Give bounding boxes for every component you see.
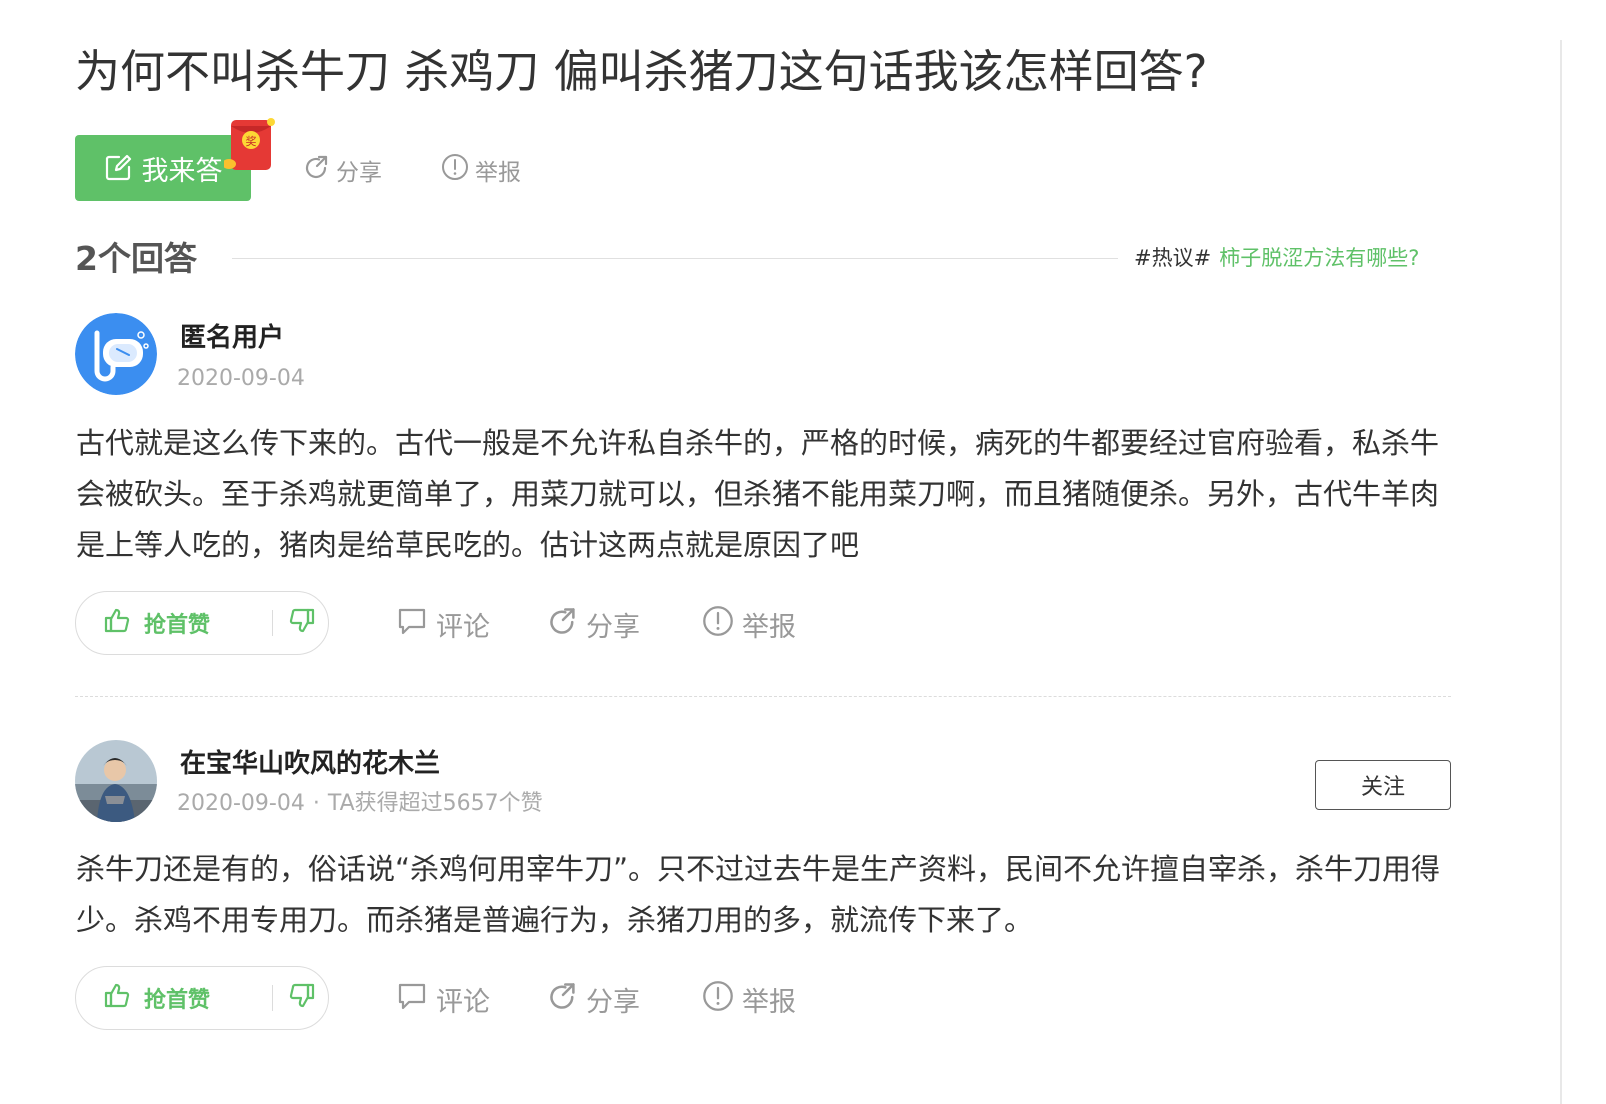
downvote-button[interactable] (273, 967, 328, 1029)
report-icon (441, 153, 469, 187)
comment-icon (396, 980, 428, 1019)
comment-button[interactable]: 评论 (396, 604, 490, 644)
hot-topic-tag: #热议# (1134, 246, 1212, 270)
comment-label: 评论 (436, 986, 490, 1018)
upvote-label: 抢首赞 (144, 988, 211, 1013)
share-button[interactable]: 分享 (548, 979, 640, 1019)
answer-text: 古代就是这么传下来的。古代一般是不允许私自杀牛的，严格的时候，病死的牛都要经过官… (76, 426, 1440, 562)
answer-count-heading: 2个回答 (75, 239, 197, 278)
edit-icon (104, 154, 132, 182)
report-icon (702, 605, 734, 644)
avatar[interactable] (75, 740, 157, 822)
thumbs-down-icon (287, 982, 315, 1014)
answer-date: 2020-09-04 (177, 791, 305, 816)
red-packet-label: 奖 (246, 134, 257, 148)
share-button[interactable]: 分享 (548, 604, 640, 644)
answer-text: 杀牛刀还是有的，俗话说“杀鸡何用宰牛刀”。只不过过去牛是生产资料，民间不允许擅自… (76, 852, 1441, 937)
share-icon (548, 606, 578, 643)
answer-author-name[interactable]: 匿名用户 (180, 320, 284, 356)
share-label: 分享 (586, 986, 640, 1018)
question-share-label: 分享 (336, 160, 382, 186)
share-icon (548, 981, 578, 1018)
report-label: 举报 (742, 611, 796, 643)
answer-author-name[interactable]: 在宝华山吹风的花木兰 (180, 746, 440, 782)
share-icon (304, 154, 330, 186)
header-divider (232, 258, 1118, 259)
answer-date: 2020-09-04 (177, 366, 305, 391)
hot-topic: #热议# 柿子脱涩方法有哪些? (1134, 240, 1419, 276)
thumbs-up-icon (104, 606, 132, 640)
meta-separator: · (312, 791, 320, 816)
author-likes-info: TA获得超过5657个赞 (327, 791, 543, 816)
upvote-button[interactable]: 抢首赞 (76, 592, 272, 654)
hot-topic-link[interactable]: 柿子脱涩方法有哪些? (1219, 246, 1419, 270)
vote-group: 抢首赞 (75, 966, 329, 1030)
answer-divider (75, 696, 1451, 697)
report-label: 举报 (742, 986, 796, 1018)
report-button[interactable]: 举报 (702, 604, 796, 644)
downvote-button[interactable] (273, 592, 328, 654)
report-icon (702, 980, 734, 1019)
upvote-label: 抢首赞 (144, 613, 211, 638)
comment-label: 评论 (436, 611, 490, 643)
upvote-button[interactable]: 抢首赞 (76, 967, 272, 1029)
question-report-label: 举报 (475, 160, 521, 186)
comment-icon (396, 605, 428, 644)
question-report-button[interactable]: 举报 (441, 150, 521, 190)
comment-button[interactable]: 评论 (396, 979, 490, 1019)
thumbs-down-icon (287, 607, 315, 639)
page-right-border (1560, 40, 1562, 1104)
answer-meta: 2020-09-04 · TA获得超过5657个赞 (177, 788, 543, 820)
vote-group: 抢首赞 (75, 591, 329, 655)
answer-button-label: 我来答 (141, 155, 223, 187)
follow-button[interactable]: 关注 (1315, 760, 1451, 810)
question-share-button[interactable]: 分享 (304, 150, 382, 190)
question-title: 为何不叫杀牛刀 杀鸡刀 偏叫杀猪刀这句话我该怎样回答? (75, 45, 1208, 98)
report-button[interactable]: 举报 (702, 979, 796, 1019)
thumbs-up-icon (104, 981, 132, 1015)
share-label: 分享 (586, 611, 640, 643)
answer-meta: 2020-09-04 (177, 363, 305, 395)
avatar[interactable] (75, 313, 157, 395)
red-packet-icon[interactable]: 奖 (222, 116, 278, 176)
